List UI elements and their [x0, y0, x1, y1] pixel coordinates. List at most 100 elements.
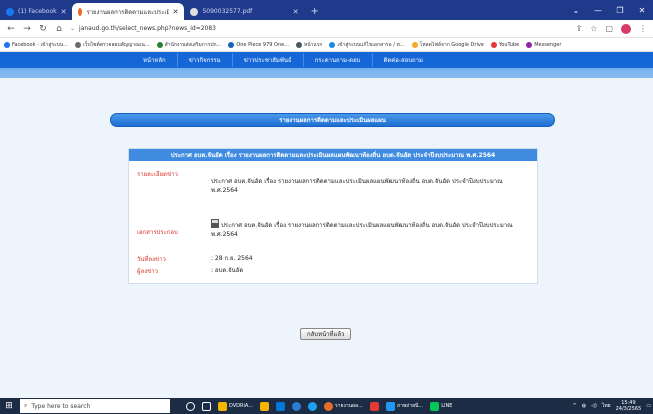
notification-icon[interactable]: ▭	[646, 403, 651, 409]
taskbar-app-dvd[interactable]: DVDRiA...	[216, 399, 255, 413]
speaker-icon[interactable]: ◁)	[591, 403, 597, 409]
chevron-up-icon[interactable]: ^	[573, 403, 577, 409]
star-icon[interactable]: ☆	[590, 24, 597, 33]
content-area: รายงานผลการติดตามและประเมินผลแผน ประกาศ …	[0, 78, 653, 384]
site-menu: หน้าหลัก ข่าวกิจกรรม ข่าวประชาสัมพันธ์ ก…	[132, 53, 434, 67]
avatar[interactable]	[621, 23, 631, 34]
section-title: รายงานผลการติดตามและประเมินผลแผน	[110, 113, 555, 127]
attachment-label: เอกสารประกอบ	[137, 229, 178, 236]
search-placeholder: Type here to search	[31, 402, 91, 410]
bookmark-youtube[interactable]: YouTube	[490, 41, 519, 48]
nav-qa-board[interactable]: กระดานถาม-ตอบ	[304, 53, 373, 67]
chrome-icon	[324, 401, 333, 411]
taskbar-app-store[interactable]	[274, 399, 287, 413]
share-icon[interactable]: ⇪	[576, 24, 583, 33]
messenger-icon	[526, 41, 533, 48]
window-controls: ⌄ — ❐ ✕	[565, 0, 653, 20]
facebook-icon	[4, 41, 10, 48]
tab-report[interactable]: รายงานผลการติดตามและประเมินแผนพัฒนาท้องถ…	[72, 3, 185, 20]
browser-tabstrip: (1) Facebook ✕ รายงานผลการติดตามและประเม…	[0, 0, 653, 20]
taskbar-app-office[interactable]	[368, 399, 381, 413]
taskbar-apps: DVDRiA... รายงานผล... ภาพถ่ายนิ่... LINE	[184, 399, 454, 413]
close-icon[interactable]: ✕	[631, 6, 653, 15]
chevron-down-icon[interactable]: ⌄	[565, 6, 587, 15]
globe-icon	[295, 41, 302, 48]
taskbar-app-chrome-active[interactable]: รายงานผล...	[322, 399, 365, 413]
office-icon	[369, 401, 379, 411]
maximize-icon[interactable]: ❐	[609, 6, 631, 15]
close-icon[interactable]: ✕	[173, 8, 179, 16]
chrome-icon	[308, 401, 317, 411]
bookmark-icon	[228, 41, 235, 48]
detail-value: ประกาศ อบต.จันอัด เรื่อง รายงานผลการติดต…	[211, 178, 503, 194]
nav-activities[interactable]: ข่าวกิจกรรม	[178, 53, 233, 67]
task-view-icon[interactable]	[200, 399, 213, 413]
tab-label: (1) Facebook	[18, 8, 57, 15]
date-value: : 28 ก.ย. 2564	[211, 255, 253, 262]
globe-icon	[74, 41, 81, 48]
language-indicator[interactable]: ไทย	[602, 402, 611, 410]
nav-home[interactable]: หน้าหลัก	[132, 53, 178, 67]
minimize-icon[interactable]: —	[587, 6, 609, 15]
back-arrow-icon[interactable]: ←	[6, 24, 16, 34]
taskbar-app-explorer[interactable]	[258, 399, 271, 413]
cortana-icon[interactable]	[184, 399, 197, 413]
network-icon[interactable]: ◍	[582, 403, 586, 409]
forward-arrow-icon[interactable]: →	[22, 24, 32, 34]
bookmark-messenger[interactable]: Messenger	[526, 41, 561, 48]
new-tab-button[interactable]: +	[304, 3, 324, 20]
bookmark-office[interactable]: สำนักงานส่งเสริมการปก...	[156, 41, 221, 49]
clock-date: 24/3/2565	[615, 406, 642, 412]
page-bottom	[0, 384, 653, 398]
taskbar-app-line[interactable]: LINE	[428, 399, 454, 413]
reload-icon[interactable]: ↻	[38, 24, 48, 34]
detail-label: รายละเอียดข่าว	[137, 171, 178, 178]
bookmark-login[interactable]: เข้าสู่ระบบแก้ไขเอกสารอ / ห...	[329, 41, 405, 49]
site-nav: หน้าหลัก ข่าวกิจกรรม ข่าวประชาสัมพันธ์ ก…	[0, 52, 653, 68]
sidebar-icon[interactable]: ▢	[605, 24, 613, 33]
nav-contact[interactable]: ติดต่อ-สอบถาม	[373, 53, 435, 67]
site-icon	[78, 7, 83, 16]
attachment-value: ประกาศ อบต.จันอัด เรื่อง รายงานผลการติดต…	[211, 222, 513, 238]
back-button[interactable]: กลับหน้าที่แล้ว	[300, 328, 352, 340]
bookmark-home[interactable]: หน้าแรก	[295, 41, 322, 49]
twitter-icon	[329, 41, 336, 48]
tab-pdf[interactable]: 5090032577.pdf ✕	[184, 3, 304, 20]
taskbar-app-chrome-1[interactable]	[306, 399, 319, 413]
file-icon	[211, 219, 219, 228]
url-field[interactable]: ⌄ janaud.go.th/select_news.php?news_id=2…	[70, 22, 570, 35]
tab-label: รายงานผลการติดตามและประเมินแผนพัฒนาท้องถ…	[86, 8, 169, 16]
chevron-down-icon: ⌄	[70, 25, 76, 32]
edge-icon	[292, 401, 301, 411]
bookmark-onepiece[interactable]: One Piece 979 One...	[228, 41, 289, 48]
taskbar-search[interactable]: ⌕ Type here to search	[20, 399, 170, 413]
tab-label: 5090032577.pdf	[202, 8, 253, 15]
tab-facebook[interactable]: (1) Facebook ✕	[0, 3, 72, 20]
line-icon	[430, 401, 440, 411]
bookmark-facebook[interactable]: Facebook - เข้าสู่ระบบ...	[4, 41, 68, 49]
bookmark-signal[interactable]: เว็บไซต์ตรวจสอบสัญญาณเน...	[74, 41, 150, 49]
news-detail-panel: ประกาศ อบต.จันอัด เรื่อง รายงานผลการติดต…	[128, 148, 538, 284]
clock[interactable]: 15:49 24/3/2565	[616, 400, 642, 412]
bookmark-drive[interactable]: โหลดไฟล์จาก Google Drive	[411, 41, 484, 49]
url-text: janaud.go.th/select_news.php?news_id=208…	[79, 25, 216, 32]
home-icon[interactable]: ⌂	[54, 24, 64, 34]
system-tray: ^ ◍ ◁) ไทย 15:49 24/3/2565 ▭	[573, 400, 652, 412]
taskbar-app-photos[interactable]: ภาพถ่ายนิ่...	[384, 399, 425, 413]
taskbar-app-edge[interactable]	[290, 399, 303, 413]
taskbar: ⊞ ⌕ Type here to search DVDRiA... รายงาน…	[0, 398, 653, 414]
globe-icon	[190, 7, 199, 16]
address-bar: ← → ↻ ⌂ ⌄ janaud.go.th/select_news.php?n…	[0, 20, 653, 38]
close-icon[interactable]: ✕	[293, 8, 299, 16]
attachment-link[interactable]: ประกาศ อบต.จันอัด เรื่อง รายงานผลการติดต…	[211, 219, 531, 239]
address-bar-actions: ⇪ ☆ ▢ ⋮	[576, 23, 647, 34]
menu-icon[interactable]: ⋮	[639, 24, 647, 33]
close-icon[interactable]: ✕	[61, 8, 67, 16]
poster-value: : อบต.จันอัด	[211, 267, 244, 274]
windows-start-icon[interactable]: ⊞	[2, 399, 16, 413]
folder-icon	[260, 401, 269, 411]
folder-icon	[218, 401, 227, 411]
date-label: วันที่ลงข่าว	[137, 256, 166, 263]
nav-pr-news[interactable]: ข่าวประชาสัมพันธ์	[233, 53, 304, 67]
globe-icon	[156, 41, 163, 48]
